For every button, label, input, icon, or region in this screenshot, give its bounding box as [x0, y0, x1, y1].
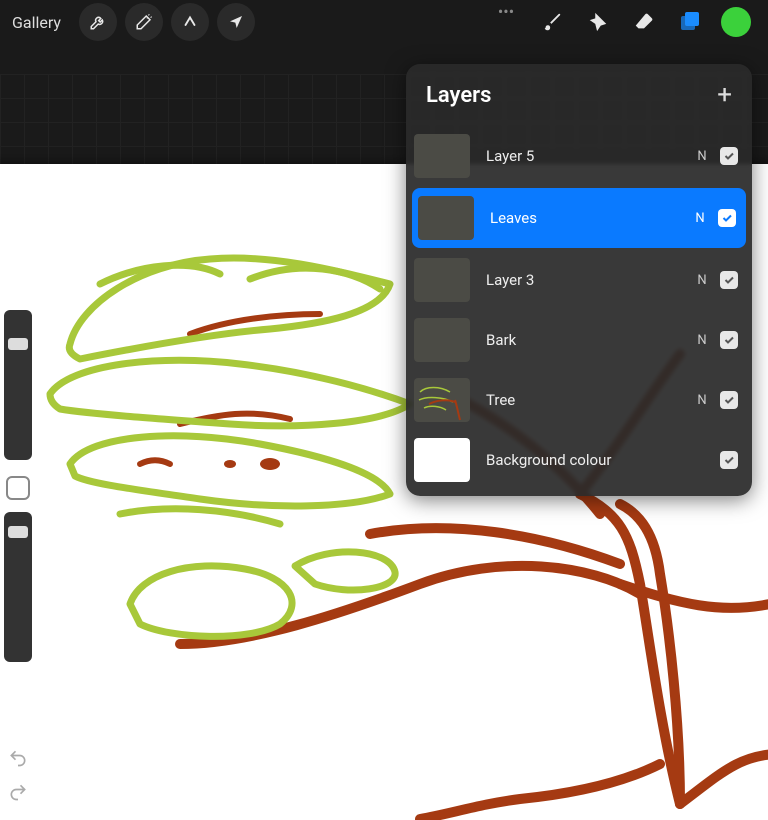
brush-size-slider[interactable] — [4, 310, 32, 460]
wand-icon[interactable] — [125, 3, 163, 41]
redo-icon[interactable] — [4, 778, 32, 806]
blend-mode-label[interactable]: N — [694, 211, 706, 226]
layer-name-label: Bark — [486, 331, 696, 349]
side-sliders — [0, 310, 36, 678]
layer-thumbnail[interactable] — [414, 134, 470, 178]
layers-panel: Layers + Layer 5NLeavesNLayer 3NBarkNTre… — [406, 64, 752, 496]
undo-icon[interactable] — [4, 744, 32, 772]
visibility-checkbox[interactable] — [720, 391, 738, 409]
blend-mode-label[interactable]: N — [696, 149, 708, 164]
layer-row[interactable]: Layer 3N — [406, 250, 752, 310]
blend-mode-label[interactable]: N — [696, 273, 708, 288]
layer-thumbnail[interactable] — [414, 258, 470, 302]
brush-icon[interactable] — [532, 2, 572, 42]
layer-name-label: Layer 5 — [486, 147, 696, 165]
selection-icon[interactable] — [171, 3, 209, 41]
add-layer-button[interactable]: + — [717, 82, 732, 108]
layer-name-label: Tree — [486, 391, 696, 409]
top-toolbar: Gallery ••• — [0, 0, 768, 44]
visibility-checkbox[interactable] — [718, 209, 736, 227]
layer-name-label: Leaves — [490, 209, 694, 227]
layer-thumbnail[interactable] — [418, 196, 474, 240]
layer-name-label: Background colour — [486, 451, 696, 469]
layer-thumbnail[interactable] — [414, 318, 470, 362]
smudge-icon[interactable] — [578, 2, 618, 42]
gallery-link[interactable]: Gallery — [12, 13, 61, 32]
layers-icon[interactable] — [670, 2, 710, 42]
visibility-checkbox[interactable] — [720, 147, 738, 165]
blend-mode-label[interactable]: N — [696, 333, 708, 348]
move-icon[interactable] — [217, 3, 255, 41]
layer-name-label: Layer 3 — [486, 271, 696, 289]
layer-row[interactable]: BarkN — [406, 310, 752, 370]
visibility-checkbox[interactable] — [720, 451, 738, 469]
panel-title: Layers — [426, 83, 491, 108]
opacity-slider[interactable] — [4, 512, 32, 662]
eraser-icon[interactable] — [624, 2, 664, 42]
wrench-icon[interactable] — [79, 3, 117, 41]
layer-thumbnail[interactable] — [414, 438, 470, 482]
layer-row[interactable]: Layer 5N — [406, 126, 752, 186]
color-swatch[interactable] — [716, 2, 756, 42]
visibility-checkbox[interactable] — [720, 271, 738, 289]
modifier-button[interactable] — [6, 476, 30, 500]
blend-mode-label[interactable]: N — [696, 393, 708, 408]
visibility-checkbox[interactable] — [720, 331, 738, 349]
layer-thumbnail[interactable] — [414, 378, 470, 422]
layer-row[interactable]: LeavesN — [412, 188, 746, 248]
more-icon[interactable]: ••• — [486, 0, 526, 31]
layer-row[interactable]: Background colour — [406, 430, 752, 490]
layer-row[interactable]: TreeN — [406, 370, 752, 430]
